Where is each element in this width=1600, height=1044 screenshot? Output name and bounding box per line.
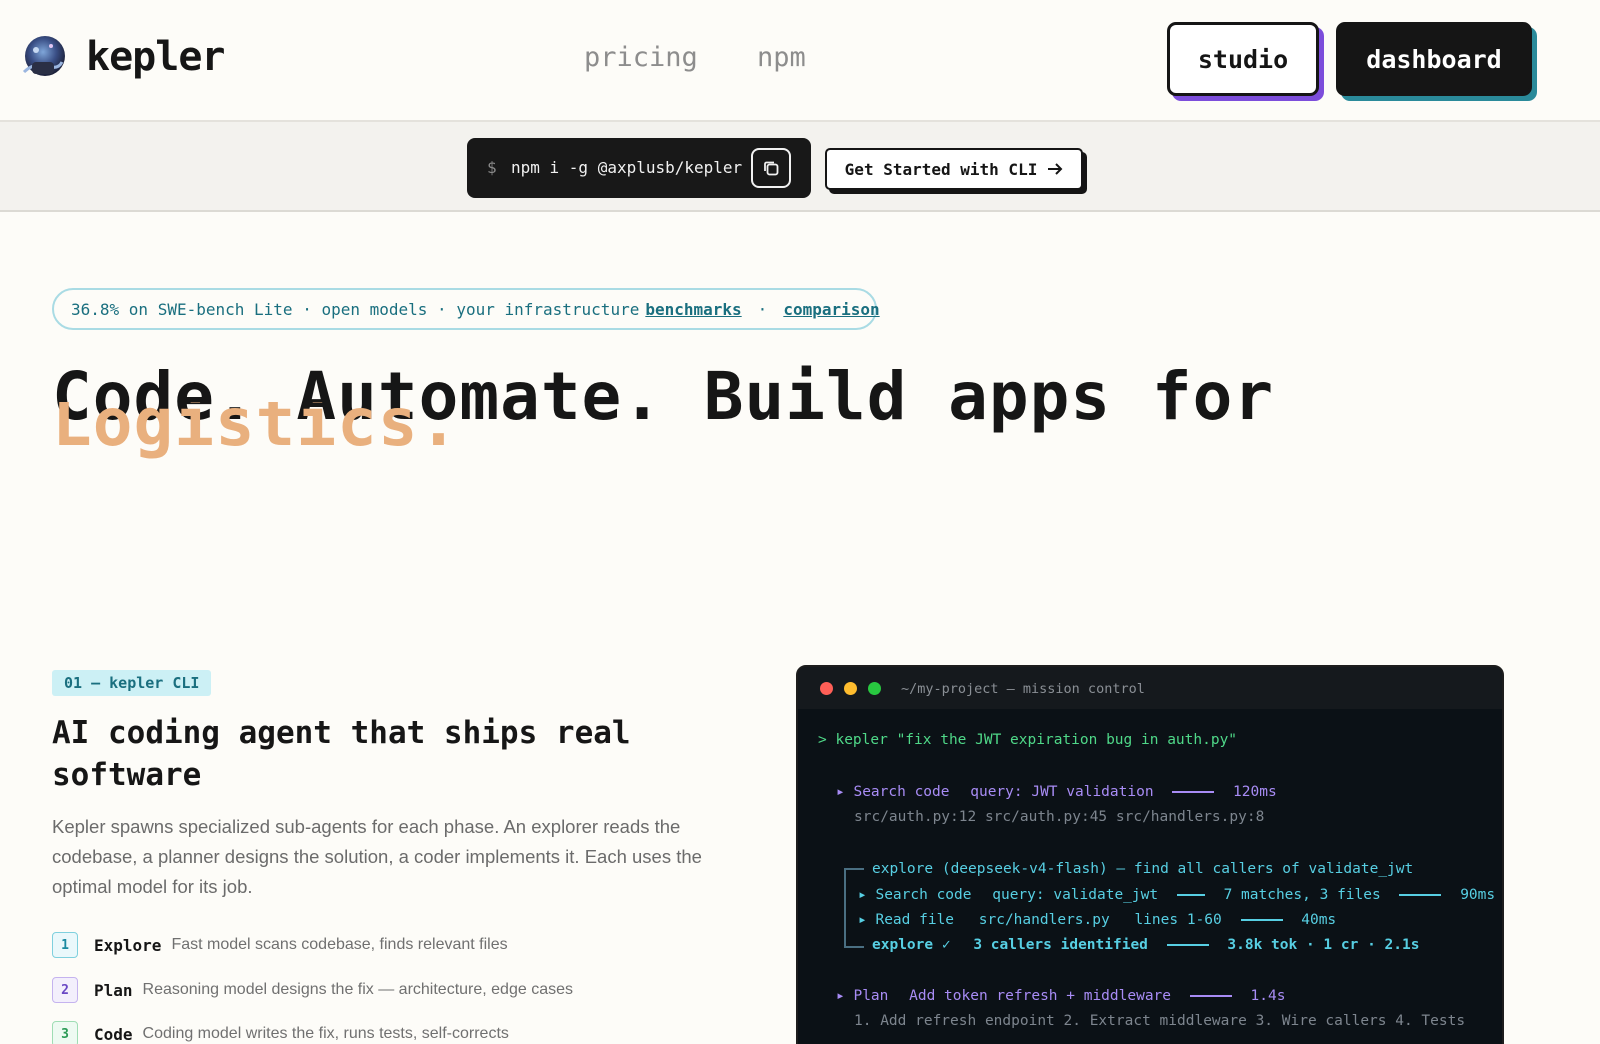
search-query: query: JWT validation: [970, 784, 1154, 800]
bracket-top: [844, 868, 864, 870]
terminal-search-line: ▸ Search code query: JWT validation 120m…: [836, 784, 1277, 800]
read-file-time: 40ms: [1301, 912, 1337, 928]
step-description: Coding model writes the fix, runs tests,…: [142, 1025, 509, 1042]
search-results: src/auth.py:12 src/auth.py:45 src/handle…: [854, 809, 1265, 825]
terminal-title-bar: ~/my-project — mission control: [798, 667, 1502, 709]
plan-label: ▸ Plan: [836, 988, 889, 1004]
copy-command-button[interactable]: [751, 148, 791, 188]
hero-headline-accent: Logistics.: [52, 402, 459, 460]
get-started-cli-button[interactable]: Get Started with CLI: [825, 148, 1083, 190]
section-title: AI coding agent that ships real software: [52, 715, 631, 793]
step-name: Code: [94, 1024, 133, 1044]
plan-line: ▸ Plan Add token refresh + middleware 1.…: [836, 988, 1285, 1004]
npm-command-box: $ npm i -g @axplusb/kepler: [467, 138, 811, 198]
plan-time: 1.4s: [1250, 988, 1286, 1004]
nav-pricing-link[interactable]: pricing: [584, 42, 698, 73]
step-description: Fast model scans codebase, finds relevan…: [171, 936, 508, 953]
prompt-symbol: $: [487, 158, 497, 177]
section-description: Kepler spawns specialized sub-agents for…: [52, 816, 702, 897]
step-explore: 1 Explore Fast model scans codebase, fin…: [52, 932, 508, 958]
read-file-label: ▸ Read file: [858, 912, 955, 928]
dash-separator: [1172, 791, 1215, 793]
explore-read-line: ▸ Read file src/handlers.py lines 1-60 4…: [858, 912, 1336, 928]
benchmark-pill-text: 36.8% on SWE-bench Lite · open models · …: [71, 299, 640, 319]
npm-command-text: npm i -g @axplusb/kepler: [511, 158, 743, 177]
explore-search-query: query: validate_jwt: [992, 887, 1159, 903]
terminal-window: ~/my-project — mission control > kepler …: [796, 665, 1504, 1044]
search-label: ▸ Search code: [836, 784, 950, 800]
dash-separator: [1176, 894, 1205, 896]
hero-accent-word: Logistics.: [52, 402, 460, 460]
site-header: kepler pricing npm studio dashboard: [0, 0, 1600, 122]
read-file-name: src/handlers.py: [978, 912, 1110, 928]
explore-done-stats: 3.8k tok · 1 cr · 2.1s: [1227, 937, 1420, 953]
step-plan: 2 Plan Reasoning model designs the fix —…: [52, 977, 573, 1003]
pill-separator: ·: [757, 299, 768, 319]
minimize-window-icon[interactable]: [844, 682, 857, 695]
step-number: 1: [52, 932, 78, 958]
explore-search-label: ▸ Search code: [858, 887, 972, 903]
arrow-right-icon: [1048, 163, 1063, 175]
studio-button[interactable]: studio: [1167, 22, 1319, 96]
explore-search-time: 90ms: [1460, 887, 1496, 903]
explore-done-result: 3 callers identified: [973, 937, 1148, 953]
dash-separator: [1240, 919, 1283, 921]
nav-npm-link[interactable]: npm: [757, 42, 806, 73]
read-file-lines: lines 1-60: [1134, 912, 1222, 928]
brand-name[interactable]: kepler: [86, 34, 225, 80]
dash-separator: [1399, 894, 1442, 896]
dashboard-button[interactable]: dashboard: [1336, 22, 1532, 96]
explore-done-line: explore ✓ 3 callers identified 3.8k tok …: [872, 937, 1419, 953]
search-time: 120ms: [1233, 784, 1277, 800]
step-name: Explore: [94, 935, 162, 955]
step-number: 3: [52, 1021, 78, 1044]
plan-text: Add token refresh + middleware: [909, 988, 1172, 1004]
step-name: Plan: [94, 980, 133, 1000]
kepler-logo-icon[interactable]: [18, 32, 70, 84]
bracket-bottom: [844, 946, 864, 948]
close-window-icon[interactable]: [820, 682, 833, 695]
explore-search-line: ▸ Search code query: validate_jwt 7 matc…: [858, 887, 1495, 903]
terminal-title: ~/my-project — mission control: [901, 681, 1145, 697]
copy-icon: [764, 161, 779, 176]
explore-done-label: explore ✓: [872, 937, 951, 953]
dash-separator: [1189, 995, 1232, 997]
step-code: 3 Code Coding model writes the fix, runs…: [52, 1021, 509, 1044]
get-started-cli-label: Get Started with CLI: [844, 159, 1038, 179]
comparison-link[interactable]: comparison: [783, 300, 879, 319]
maximize-window-icon[interactable]: [868, 682, 881, 695]
benchmark-pill: 36.8% on SWE-bench Lite · open models · …: [52, 288, 880, 330]
cli-install-strip: $ npm i -g @axplusb/kepler Get Started w…: [0, 122, 1600, 212]
benchmarks-link[interactable]: benchmarks: [645, 300, 741, 319]
explore-search-result: 7 matches, 3 files: [1223, 887, 1381, 903]
step-description: Reasoning model designs the fix — archit…: [142, 981, 573, 998]
step-number: 2: [52, 977, 78, 1003]
explore-bracket: [844, 868, 846, 948]
terminal-prompt-line: > kepler "fix the JWT expiration bug in …: [818, 732, 1238, 748]
section-tag: 01 — kepler CLI: [52, 670, 212, 696]
plan-steps: 1. Add refresh endpoint 2. Extract middl…: [854, 1013, 1466, 1029]
dash-separator: [1166, 944, 1209, 946]
explore-header: explore (deepseek-v4-flash) — find all c…: [872, 861, 1414, 877]
